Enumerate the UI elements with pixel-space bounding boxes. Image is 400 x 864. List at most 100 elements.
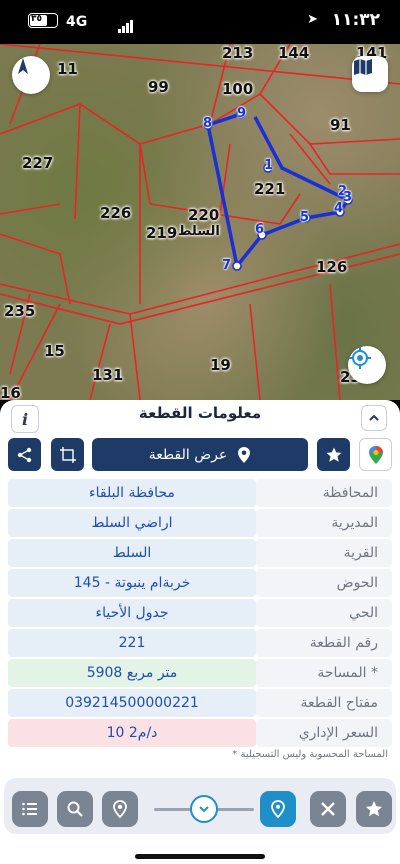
vertex-label: 3 [343,190,353,205]
share-button[interactable] [8,438,41,471]
table-row: السلط القرية [8,539,392,567]
table-row: جدول الأحياء الحي [8,599,392,627]
bottom-toolbar [0,774,400,864]
star-icon [326,447,341,462]
vertex-label: 5 [300,210,310,225]
parcel-number: 220 [188,206,220,224]
parcel-number: 100 [222,80,254,98]
parcel-number: 227 [22,154,54,172]
parcel-number: 16 [0,384,21,400]
map-layers-button[interactable] [352,56,388,92]
area-footnote: * المساحة المحسوبة وليس التسجيلية [232,749,388,760]
table-row: 221 رقم القطعة [8,629,392,657]
town-label: السلط [178,224,220,239]
home-indicator [135,854,265,859]
vertex-label: 6 [255,222,265,237]
table-row: 10 د/م2 السعر الإداري [8,719,392,747]
neighborhood-value: جدول الأحياء [8,599,256,627]
tools-button[interactable] [310,791,346,827]
star-icon [366,801,382,817]
map-view[interactable]: 213 144 141 11 99 100 91 227 221 226 220… [0,44,400,400]
map-pin-button[interactable] [260,791,296,827]
status-bar: ٣٥ 4G ➤ ١١:٣٢ [0,0,400,44]
parcel-info-table: محافظة البلقاء المحافظة اراضي السلط المدير… [8,477,392,749]
location-arrow-icon: ➤ [307,12,318,27]
village-label: القرية [256,539,392,567]
table-row: 5908 متر مربع المساحة * [8,659,392,687]
favorites-button[interactable] [356,791,392,827]
vertex-label: 4 [334,201,344,216]
crop-button[interactable] [51,438,84,471]
toolbar-container [4,778,396,834]
zoom-slider-knob[interactable] [190,795,218,823]
parcel-number: 15 [44,342,65,360]
parcel-number: 99 [148,78,169,96]
compass-button[interactable] [12,56,50,94]
sheet-title: معلومات القطعة [138,404,262,422]
chevron-down-icon [199,806,209,813]
parcel-number: 126 [316,258,348,276]
list-button[interactable] [12,791,48,827]
search-button[interactable] [57,791,93,827]
signal-icon [118,14,134,33]
tools-icon [321,802,335,816]
crop-icon [59,446,76,463]
parcel-number: 219 [146,224,178,242]
parcel-number: 221 [254,180,286,198]
crosshair-icon [349,347,371,369]
parcel-number: 144 [278,44,310,62]
area-label: المساحة * [256,659,392,687]
parcel-number: 19 [210,356,231,374]
parcel-number: 226 [100,204,132,222]
action-row: عرض القطعة [0,438,400,472]
vertex-label: 1 [264,158,274,173]
admin-price-label: السعر الإداري [256,719,392,747]
parcel-info-sheet: i معلومات القطعة عرض القطعة محافظة البلق… [0,400,400,774]
collapse-button[interactable] [361,405,387,431]
neighborhood-label: الحي [256,599,392,627]
table-row: محافظة البلقاء المحافظة [8,479,392,507]
parcel-number-label: رقم القطعة [256,629,392,657]
compass-icon [18,58,28,74]
parcel-number: 91 [330,116,351,134]
location-pin-icon [238,446,251,463]
table-row: اراضي السلط المديرية [8,509,392,537]
directorate-value: اراضي السلط [8,509,256,537]
clock: ١١:٣٢ [331,10,380,30]
share-icon [17,447,31,462]
vertex-label: 7 [222,258,232,273]
admin-price-value: 10 د/م2 [8,719,256,747]
battery-icon: ٣٥ [28,13,58,28]
battery-level: ٣٥ [31,14,42,24]
parcel-number: 131 [92,366,124,384]
network-type: 4G [66,14,88,30]
map-pin-icon [271,800,285,819]
chevron-up-icon [369,414,379,421]
search-icon [67,801,83,817]
google-maps-icon [368,445,383,464]
parcel-number-value: 221 [8,629,256,657]
parcel-number: 11 [57,60,78,78]
location-button[interactable] [102,791,138,827]
village-value: السلط [8,539,256,567]
basin-value: خربةام ينبوتة - 145 [8,569,256,597]
table-row: خربةام ينبوتة - 145 الحوض [8,569,392,597]
show-parcel-button[interactable]: عرض القطعة [92,438,308,471]
vertex-label: 8 [203,116,213,131]
favorite-button[interactable] [317,438,350,471]
governorate-label: المحافظة [256,479,392,507]
parcel-key-label: مفتاح القطعة [256,689,392,717]
show-parcel-label: عرض القطعة [148,446,228,463]
map-icon [354,59,372,75]
parcel-key-value[interactable]: 039214500000221 [8,689,256,717]
my-location-button[interactable] [348,346,386,384]
governorate-value: محافظة البلقاء [8,479,256,507]
google-maps-button[interactable] [359,438,392,471]
directorate-label: المديرية [256,509,392,537]
parcel-number: 213 [222,44,254,62]
vertex-label: 9 [237,106,247,121]
parcel-number: 235 [4,302,36,320]
basin-label: الحوض [256,569,392,597]
location-pin-icon [113,800,127,819]
table-row: 039214500000221 مفتاح القطعة [8,689,392,717]
